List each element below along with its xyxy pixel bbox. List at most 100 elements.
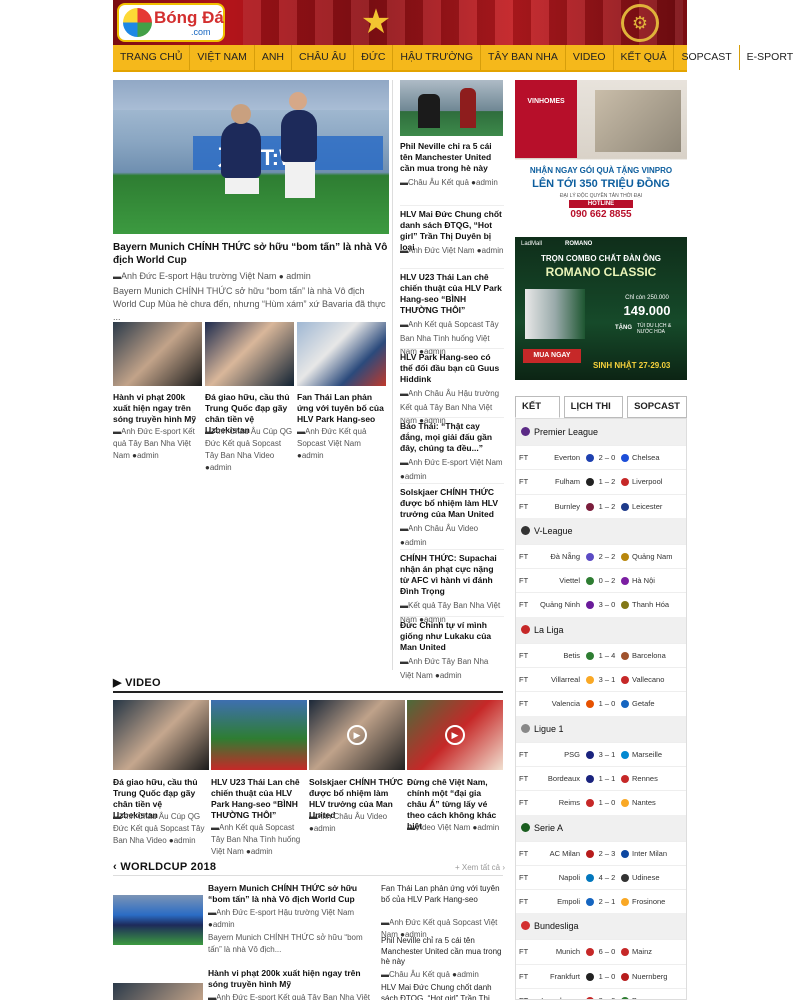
nav-item-9[interactable]: SOPCAST	[674, 45, 740, 70]
article-title[interactable]: HLV U23 Thái Lan chê chiến thuật của HLV…	[400, 272, 504, 316]
romano-cta-button[interactable]: MUA NGAY	[523, 349, 581, 363]
article-categories[interactable]: Anh Kết quả Sopcast Tây Ban Nha Tình huố…	[400, 320, 499, 356]
hero-categories[interactable]: Anh Đức E-sport Hậu trường Việt Nam	[121, 271, 276, 281]
article-title[interactable]: Báo Thái: “Thật cay đắng, mọi giải đấu g…	[400, 421, 504, 454]
match-row[interactable]: FT Burnley 1 – 2 Leicester	[516, 493, 686, 518]
hero-image[interactable]: 万 ET:W	[113, 80, 389, 234]
match-row[interactable]: FT Quảng Ninh 3 – 0 Thanh Hóa	[516, 592, 686, 616]
match-row[interactable]: FT Empoli 2 – 1 Frosinone	[516, 889, 686, 913]
league-header[interactable]: V-League	[516, 517, 686, 544]
play-button-icon[interactable]: ▶	[445, 725, 465, 745]
match-row[interactable]: FT Betis 1 – 4 Barcelona	[516, 642, 686, 667]
mid-list-image[interactable]	[400, 80, 503, 136]
article-categories[interactable]: Anh Châu Âu Video	[317, 812, 387, 821]
article-categories[interactable]: Anh Đức Kết quả Sopcast Việt Nam	[297, 427, 366, 448]
nav-item-3[interactable]: CHÂU ÂU	[292, 45, 355, 70]
match-row[interactable]: FT Fulham 1 – 2 Liverpool	[516, 469, 686, 493]
article-thumbnail[interactable]	[297, 322, 386, 386]
article-author[interactable]: admin	[210, 463, 232, 472]
hero-title[interactable]: Bayern Munich CHÍNH THỨC sở hữu “bom tấn…	[113, 241, 389, 267]
article-categories[interactable]: Anh Đức E-sport Hậu trường Việt Nam	[216, 908, 354, 917]
article-author[interactable]: admin	[137, 451, 159, 460]
nav-item-4[interactable]: ĐỨC	[354, 45, 394, 70]
article-categories[interactable]: Anh Châu Âu Cúp QG Đức Kết quả Sopcast T…	[205, 427, 292, 460]
worldcup-side-title[interactable]: Fan Thái Lan phản ứng với tuyên bố của H…	[381, 884, 503, 905]
article-categories[interactable]: Châu Âu Kết quả	[389, 970, 450, 979]
article-categories[interactable]: Anh Châu Âu Video	[408, 524, 478, 533]
match-row[interactable]: FT Leverkusen 3 – 0 Bremen	[516, 988, 686, 999]
article-author[interactable]: admin	[457, 970, 479, 979]
article-author[interactable]: admin	[213, 920, 235, 929]
nav-item-0[interactable]: TRANG CHỦ	[113, 45, 191, 70]
article-author[interactable]: admin	[302, 451, 324, 460]
match-row[interactable]: FT PSG 3 – 1 Marseille	[516, 741, 686, 766]
nav-item-7[interactable]: VIDEO	[566, 45, 614, 70]
vinhomes-ad[interactable]: VINHOMES NHẬN NGAY GÓI QUÀ TẶNG VINPRO L…	[515, 80, 687, 223]
score-tab-2[interactable]: SOPCAST	[627, 396, 687, 418]
article-author[interactable]: admin	[251, 847, 273, 856]
match-row[interactable]: FT Viettel 0 – 2 Hà Nội	[516, 568, 686, 592]
video-thumbnail[interactable]: ▶	[407, 700, 503, 770]
article-title[interactable]: Hành vi phạt 200k xuất hiện ngay trên só…	[113, 392, 202, 425]
worldcup-title[interactable]: Bayern Munich CHÍNH THỨC sở hữu “bom tấn…	[208, 883, 373, 905]
worldcup-thumbnail[interactable]	[113, 983, 203, 1000]
nav-item-2[interactable]: ANH	[255, 45, 292, 70]
video-thumbnail[interactable]: ▶	[309, 700, 405, 770]
video-title[interactable]: HLV U23 Thái Lan chê chiến thuật của HLV…	[211, 777, 306, 821]
article-author[interactable]: admin	[440, 671, 462, 680]
match-row[interactable]: FT Everton 2 – 0 Chelsea	[516, 445, 686, 469]
match-row[interactable]: FT Reims 1 – 0 Nantes	[516, 790, 686, 814]
nav-item-8[interactable]: KẾT QUẢ	[614, 45, 675, 70]
article-categories[interactable]: Anh Đức E-sport Việt Nam	[408, 458, 503, 467]
article-title[interactable]: Solskjaer CHÍNH THỨC được bổ nhiệm làm H…	[400, 487, 504, 520]
article-author[interactable]: admin	[405, 538, 427, 547]
nav-item-1[interactable]: VIỆT NAM	[190, 45, 255, 70]
worldcup-side-title[interactable]: HLV Mai Đức Chung chốt danh sách ĐTQG, “…	[381, 983, 503, 1000]
hero-author[interactable]: admin	[286, 271, 311, 281]
worldcup-thumbnail[interactable]	[113, 895, 203, 945]
league-header[interactable]: Premier League	[516, 419, 686, 445]
league-header[interactable]: La Liga	[516, 616, 686, 643]
article-thumbnail[interactable]	[205, 322, 294, 386]
video-thumbnail[interactable]	[211, 700, 307, 770]
nav-item-5[interactable]: HẬU TRƯỜNG	[393, 45, 482, 70]
article-categories[interactable]: Video Việt Nam	[415, 823, 470, 832]
score-tab-0[interactable]: KẾT QUẢ	[515, 396, 560, 432]
article-title[interactable]: Đức Chinh tự ví mình giống như Lukaku củ…	[400, 620, 504, 653]
article-title[interactable]: Phil Neville chỉ ra 5 cái tên Manchester…	[400, 141, 504, 174]
match-row[interactable]: FT Napoli 4 – 2 Udinese	[516, 864, 686, 889]
match-row[interactable]: FT AC Milan 2 – 3 Inter Milan	[516, 840, 686, 865]
match-row[interactable]: FT Villarreal 3 – 1 Vallecano	[516, 667, 686, 691]
view-all-link[interactable]: + Xem tất cả ›	[455, 863, 505, 872]
nav-item-10[interactable]: E-SPORT	[740, 45, 800, 70]
match-row[interactable]: FT Munich 6 – 0 Mainz	[516, 939, 686, 963]
match-row[interactable]: FT Bordeaux 1 – 1 Rennes	[516, 765, 686, 790]
article-categories[interactable]: Anh Đức E-sport Kết quả Tây Ban Nha Việt…	[208, 993, 370, 1000]
article-author[interactable]: admin	[477, 823, 499, 832]
match-row[interactable]: FT Đà Nẵng 2 – 2 Quảng Nam	[516, 543, 686, 568]
article-categories[interactable]: Anh Đức Việt Nam	[408, 246, 475, 255]
article-title[interactable]: Fan Thái Lan phản ứng với tuyên bố của H…	[297, 392, 386, 425]
worldcup-title[interactable]: Hành vi phạt 200k xuất hiện ngay trên só…	[208, 968, 373, 990]
article-author[interactable]: admin	[482, 246, 504, 255]
article-author[interactable]: admin	[405, 472, 427, 481]
article-categories[interactable]: Châu Âu Kết quả	[408, 178, 469, 187]
article-title[interactable]: CHÍNH THỨC: Supachai nhận án phạt cực nặ…	[400, 553, 504, 597]
article-author[interactable]: admin	[174, 836, 196, 845]
league-header[interactable]: Ligue 1	[516, 715, 686, 742]
article-categories[interactable]: Anh Châu Âu Hậu trường Kết quả Tây Ban N…	[400, 389, 499, 425]
video-thumbnail[interactable]	[113, 700, 209, 770]
article-thumbnail[interactable]	[113, 322, 202, 386]
score-tab-1[interactable]: LỊCH THI ĐẤU	[563, 396, 624, 432]
worldcup-side-title[interactable]: Phil Neville chỉ ra 5 cái tên Manchester…	[381, 936, 503, 968]
romano-ad[interactable]: LadMall ROMANO TRỌN COMBO CHẤT ĐÀN ÔNG R…	[515, 237, 687, 380]
article-author[interactable]: admin	[314, 824, 336, 833]
article-author[interactable]: admin	[476, 178, 498, 187]
nav-item-6[interactable]: TÂY BAN NHA	[481, 45, 566, 70]
match-row[interactable]: FT Valencia 1 – 0 Getafe	[516, 691, 686, 715]
league-header[interactable]: Bundesliga	[516, 913, 686, 940]
league-header[interactable]: Serie A	[516, 814, 686, 841]
article-title[interactable]: HLV Park Hang-seo có thể đối đầu bạn cũ …	[400, 352, 504, 385]
play-button-icon[interactable]: ▶	[347, 725, 367, 745]
site-logo[interactable]: Bóng Đá .com	[119, 5, 224, 40]
